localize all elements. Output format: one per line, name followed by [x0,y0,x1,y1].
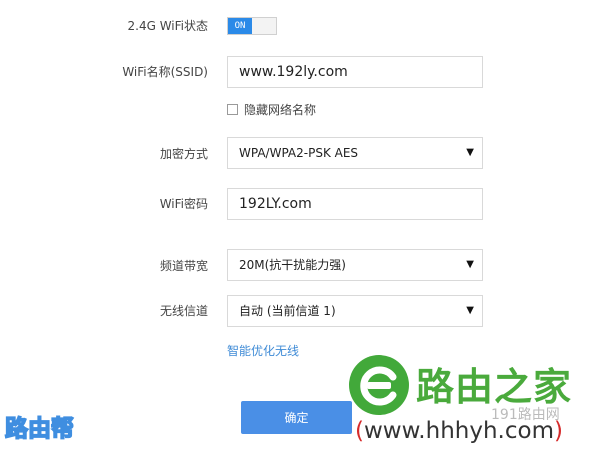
channel-label: 无线信道 [159,304,208,318]
hide-network-label: 隐藏网络名称 [244,103,317,117]
watermark-url-close: ) [553,418,563,444]
watermark-left-text: 路由帮 [4,415,75,443]
logo-e-icon [349,355,409,415]
encryption-select[interactable]: WPA/WPA2-PSK AES ▼ [227,137,483,169]
confirm-button[interactable]: 确定 [241,401,352,434]
encryption-label: 加密方式 [159,147,208,161]
chevron-down-icon: ▼ [466,259,474,270]
hide-network-checkbox[interactable] [227,104,238,115]
hide-network-row[interactable]: 隐藏网络名称 [227,101,317,117]
channel-value: 自动 (当前信道 1) [239,304,336,318]
chevron-down-icon: ▼ [466,147,474,158]
watermark-url-open: ( [355,418,364,444]
toggle-on-text: ON [228,18,252,34]
encryption-value: WPA/WPA2-PSK AES [239,146,359,160]
ssid-input[interactable] [227,56,483,88]
watermark-url-text: www.hhhyh.com [363,418,554,444]
wifi-status-label: 2.4G WiFi状态 [127,19,209,33]
bandwidth-select[interactable]: 20M(抗干扰能力强) ▼ [227,249,483,281]
password-label: WiFi密码 [159,197,208,211]
logo-e-glyph [360,366,397,406]
optimize-wireless-link[interactable]: 智能优化无线 [227,342,299,359]
bandwidth-label: 频道带宽 [159,259,208,273]
bandwidth-value: 20M(抗干扰能力强) [239,258,346,272]
watermark-url: (www.hhhyh.com) [355,418,563,444]
watermark-logo-text: 路由之家 [416,365,573,409]
ssid-label: WiFi名称(SSID) [122,65,208,79]
wifi-status-toggle[interactable]: ON [227,17,277,35]
chevron-down-icon: ▼ [466,305,474,316]
channel-select[interactable]: 自动 (当前信道 1) ▼ [227,295,483,327]
password-input[interactable] [227,188,483,220]
